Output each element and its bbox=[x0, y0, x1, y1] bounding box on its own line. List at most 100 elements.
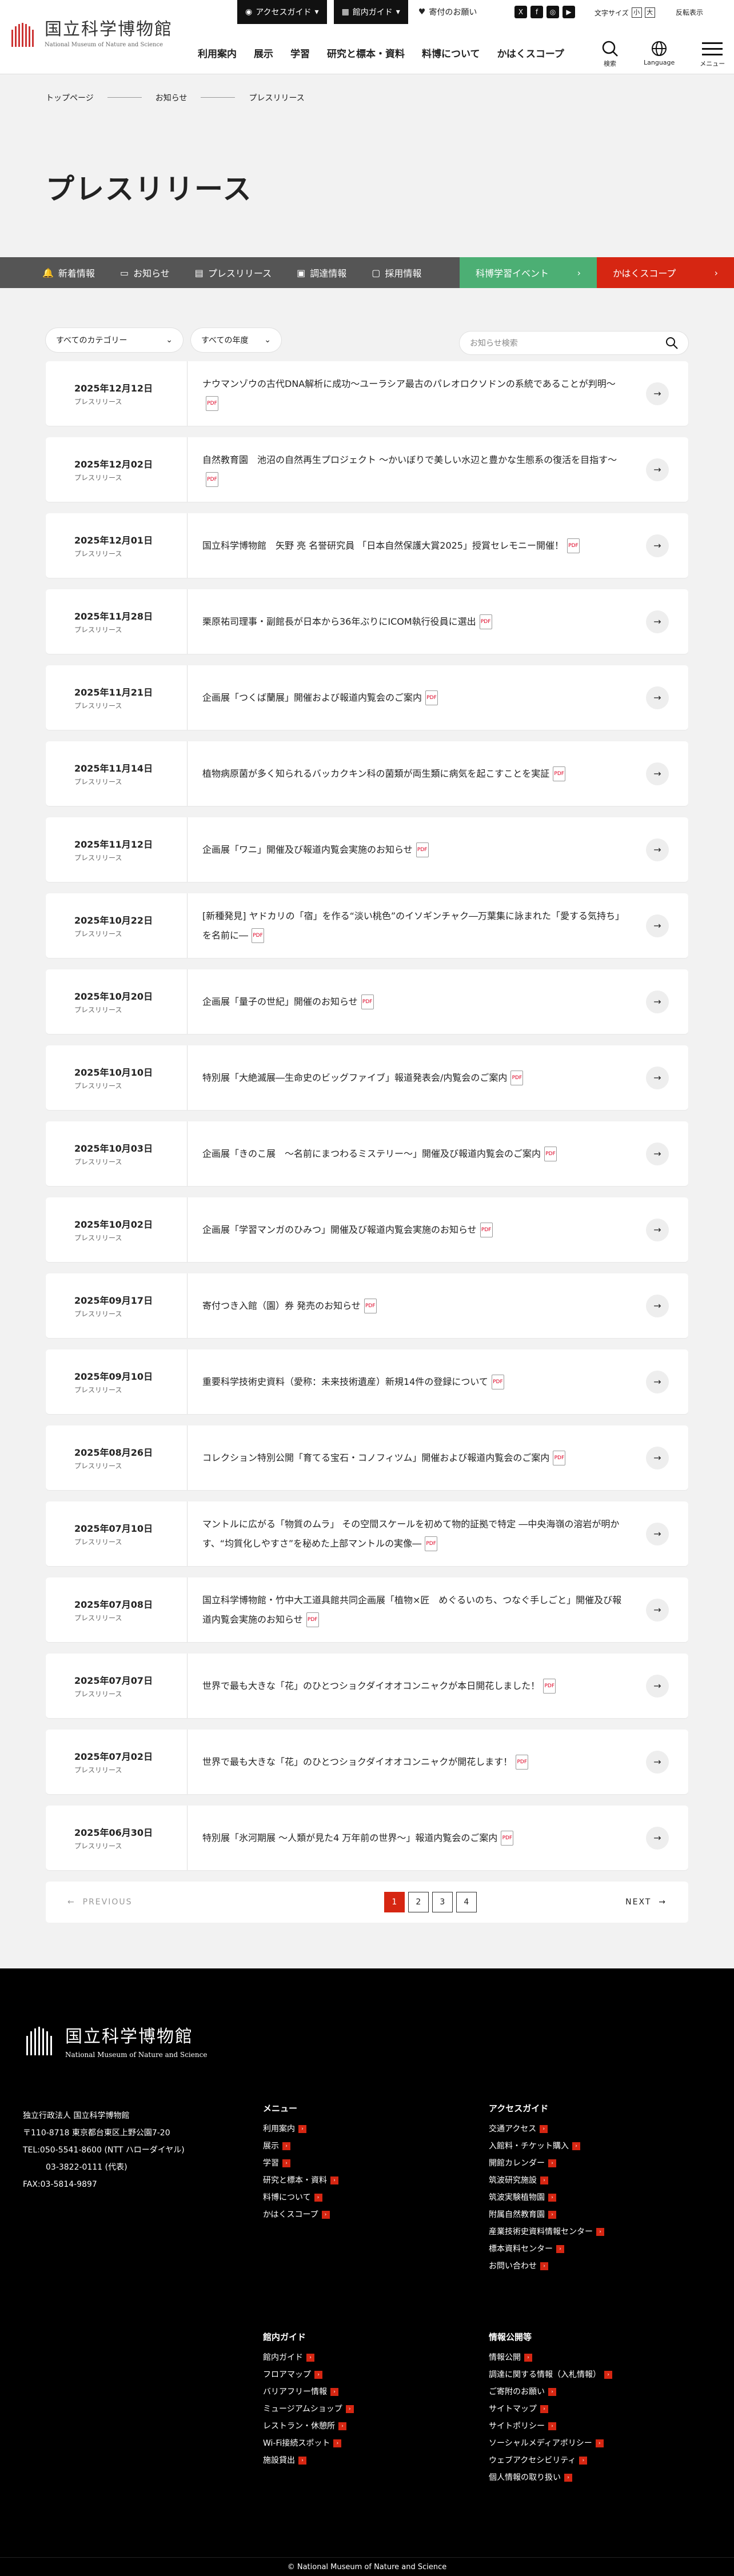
font-large-button[interactable]: 大 bbox=[644, 7, 655, 18]
footer-link[interactable]: ソーシャルメディアポリシー › bbox=[489, 2435, 612, 2452]
nav-item[interactable]: 展示 bbox=[254, 46, 273, 60]
footer-link[interactable]: バリアフリー情報 › bbox=[263, 2383, 354, 2401]
nav-item[interactable]: 学習 bbox=[290, 46, 310, 60]
item-date: 2025年11月12日 bbox=[74, 839, 153, 850]
subnav-press[interactable]: ▤ プレスリリース bbox=[195, 266, 272, 279]
list-item[interactable]: 2025年09月10日 プレスリリース 重要科学技術史資料（愛称：未来技術遺産）新規… bbox=[46, 1349, 688, 1414]
footer-link[interactable]: ウェブアクセシビリティ › bbox=[489, 2452, 612, 2469]
subnav-recruit[interactable]: ▢ 採用情報 bbox=[372, 266, 421, 279]
footer-link[interactable]: 調達に関する情報（入札情報） › bbox=[489, 2366, 612, 2383]
list-item[interactable]: 2025年11月12日 プレスリリース 企画展「ワニ」開催及び報道内覧会実施のお知ら… bbox=[46, 817, 688, 882]
nav-item[interactable]: 利用案内 bbox=[198, 46, 237, 60]
page-3[interactable]: 3 bbox=[432, 1892, 453, 1912]
nav-item[interactable]: 研究と標本・資料 bbox=[327, 46, 405, 60]
category-select[interactable]: すべてのカテゴリー ⌄ bbox=[46, 328, 183, 352]
item-category: プレスリリース bbox=[74, 930, 122, 938]
chevron-right-icon: › bbox=[282, 2159, 290, 2167]
reverse-display-link[interactable]: 反転表示 bbox=[676, 7, 703, 17]
page-1[interactable]: 1 bbox=[384, 1892, 405, 1912]
list-item[interactable]: 2025年10月20日 プレスリリース 企画展「量子の世紀」開催のお知らせ PDF → bbox=[46, 969, 688, 1034]
facebook-icon[interactable]: f bbox=[530, 6, 543, 18]
next-button[interactable]: NEXT → bbox=[625, 1898, 667, 1907]
list-item[interactable]: 2025年07月07日 プレスリリース 世界で最も大きな「花」のひとつショクダイオオ… bbox=[46, 1654, 688, 1718]
footer-link[interactable]: 料博について › bbox=[263, 2189, 338, 2206]
youtube-icon[interactable]: ▶ bbox=[563, 6, 575, 18]
instagram-icon[interactable]: ◎ bbox=[546, 6, 559, 18]
list-item[interactable]: 2025年11月21日 プレスリリース 企画展「つくば蘭展」開催および報道内覧会のご… bbox=[46, 665, 688, 730]
footer-link[interactable]: 館内ガイド › bbox=[263, 2349, 354, 2366]
page-4[interactable]: 4 bbox=[456, 1892, 477, 1912]
list-item[interactable]: 2025年11月14日 プレスリリース 植物病原菌が多く知られるバッカクキン科の菌類… bbox=[46, 741, 688, 806]
news-search-input[interactable]: お知らせ検索 bbox=[460, 332, 688, 354]
donate-link[interactable]: ♥ 寄付のお願い bbox=[418, 6, 477, 18]
list-item[interactable]: 2025年10月03日 プレスリリース 企画展「きのこ展 ～名前にまつわるミステリー… bbox=[46, 1121, 688, 1186]
footer-logo[interactable]: 国立科学博物館 National Museum of Nature and Sci… bbox=[23, 2022, 734, 2059]
list-item[interactable]: 2025年10月22日 プレスリリース [新種発見] ヤドカリの「宿」を作る“淡い桃… bbox=[46, 893, 688, 958]
footer-link[interactable]: 附属自然教育園 › bbox=[489, 2206, 604, 2223]
menu-button[interactable]: メニュー bbox=[700, 40, 725, 68]
list-item[interactable]: 2025年08月26日 プレスリリース コレクション特別公開「育てる宝石・コノフィツ… bbox=[46, 1425, 688, 1490]
list-item[interactable]: 2025年12月12日 プレスリリース ナウマンゾウの古代DNA解析に成功～ユーラシ… bbox=[46, 361, 688, 426]
nav-item[interactable]: かはくスコープ bbox=[497, 46, 564, 60]
learning-events-link[interactable]: 科博学習イベント › bbox=[460, 257, 597, 288]
footer-link[interactable]: 利用案内 › bbox=[263, 2120, 338, 2138]
footer-link[interactable]: 交通アクセス › bbox=[489, 2120, 604, 2138]
font-small-button[interactable]: 小 bbox=[631, 7, 642, 18]
year-select[interactable]: すべての年度 ⌄ bbox=[191, 328, 281, 352]
footer-link[interactable]: お問い合わせ › bbox=[489, 2258, 604, 2275]
footer-link[interactable]: 筑波実験植物園 › bbox=[489, 2189, 604, 2206]
list-item[interactable]: 2025年10月10日 プレスリリース 特別展「大絶滅展―生命史のビッグファイブ」報… bbox=[46, 1045, 688, 1110]
x-icon[interactable]: X bbox=[514, 6, 527, 18]
pdf-icon: PDF bbox=[491, 1375, 504, 1389]
font-size-control: 文字サイズ 小 大 bbox=[595, 7, 655, 18]
kahaku-scope-link[interactable]: かはくスコープ › bbox=[597, 257, 734, 288]
list-item[interactable]: 2025年11月28日 プレスリリース 栗原祐司理事・副館長が日本から36年ぶりにI… bbox=[46, 589, 688, 654]
site-logo[interactable]: 国立科学博物館 National Museum of Nature and Sc… bbox=[8, 18, 173, 50]
footer-link[interactable]: 研究と標本・資料 › bbox=[263, 2172, 338, 2189]
breadcrumb-top[interactable]: トップページ bbox=[46, 92, 94, 103]
nav-item[interactable]: 料博について bbox=[422, 46, 480, 60]
footer-link[interactable]: 情報公開 › bbox=[489, 2349, 612, 2366]
footer-link[interactable]: かはくスコープ › bbox=[263, 2206, 338, 2223]
subnav-new[interactable]: 🔔 新着情報 bbox=[42, 266, 95, 279]
footer-link[interactable]: フロアマップ › bbox=[263, 2366, 354, 2383]
footer-link[interactable]: 標本資料センター › bbox=[489, 2240, 604, 2258]
subnav-procure[interactable]: ▣ 調達情報 bbox=[297, 266, 346, 279]
search-icon[interactable] bbox=[665, 337, 678, 349]
list-item[interactable]: 2025年06月30日 プレスリリース 特別展「氷河期展 ～人類が見た4 万年前の世… bbox=[46, 1806, 688, 1870]
footer-link[interactable]: 開館カレンダー › bbox=[489, 2155, 604, 2172]
list-item[interactable]: 2025年12月02日 プレスリリース 自然教育園 池沼の自然再生プロジェクト ～か… bbox=[46, 437, 688, 502]
prev-button[interactable]: ← PREVIOUS bbox=[67, 1898, 133, 1907]
footer-link[interactable]: 入館料・チケット購入 › bbox=[489, 2138, 604, 2155]
footer-link[interactable]: Wi-Fi接続スポット › bbox=[263, 2435, 354, 2452]
breadcrumb-news[interactable]: お知らせ bbox=[155, 92, 188, 103]
item-date-block: 2025年11月12日 プレスリリース bbox=[46, 817, 188, 882]
subnav-notice[interactable]: ▭ お知らせ bbox=[120, 266, 170, 279]
footer-link[interactable]: 施設貸出 › bbox=[263, 2452, 354, 2469]
footer-link[interactable]: レストラン・休憩所 › bbox=[263, 2418, 354, 2435]
footer-link[interactable]: 学習 › bbox=[263, 2155, 338, 2172]
footer-link[interactable]: 個人情報の取り扱い › bbox=[489, 2469, 612, 2486]
list-item[interactable]: 2025年10月02日 プレスリリース 企画展「学習マンガのひみつ」開催及び報道内覧… bbox=[46, 1197, 688, 1262]
item-date-block: 2025年10月02日 プレスリリース bbox=[46, 1197, 188, 1262]
language-button[interactable]: Language bbox=[644, 40, 675, 68]
list-item[interactable]: 2025年09月17日 プレスリリース 寄付つき入館（園）券 発売のお知らせ PDF → bbox=[46, 1273, 688, 1338]
list-item[interactable]: 2025年12月01日 プレスリリース 国立科学博物館 矢野 亮 名誉研究員 「日本… bbox=[46, 513, 688, 578]
footer-link[interactable]: 筑波研究施設 › bbox=[489, 2172, 604, 2189]
list-item[interactable]: 2025年07月10日 プレスリリース マントルに広がる「物質のムラ」 その空間スケ… bbox=[46, 1501, 688, 1566]
search-button[interactable]: 検索 bbox=[601, 40, 619, 68]
floor-guide-button[interactable]: ▦ 館内ガイド ▾ bbox=[333, 0, 408, 24]
item-category: プレスリリース bbox=[74, 1766, 122, 1774]
footer-link[interactable]: ご寄附のお願い › bbox=[489, 2383, 612, 2401]
chevron-right-icon: › bbox=[314, 2194, 322, 2202]
footer-link[interactable]: 展示 › bbox=[263, 2138, 338, 2155]
footer-link[interactable]: 産業技術史資料情報センター › bbox=[489, 2223, 604, 2240]
footer-link[interactable]: ミュージアムショップ › bbox=[263, 2401, 354, 2418]
access-guide-button[interactable]: ◉ アクセスガイド ▾ bbox=[237, 0, 327, 24]
footer-link[interactable]: サイトポリシー › bbox=[489, 2418, 612, 2435]
footer-link[interactable]: サイトマップ › bbox=[489, 2401, 612, 2418]
pdf-icon: PDF bbox=[425, 1536, 438, 1551]
page-2[interactable]: 2 bbox=[408, 1892, 429, 1912]
list-item[interactable]: 2025年07月08日 プレスリリース 国立科学博物館・竹中大工道具館共同企画展「植… bbox=[46, 1577, 688, 1642]
list-item[interactable]: 2025年07月02日 プレスリリース 世界で最も大きな「花」のひとつショクダイオオ… bbox=[46, 1730, 688, 1794]
